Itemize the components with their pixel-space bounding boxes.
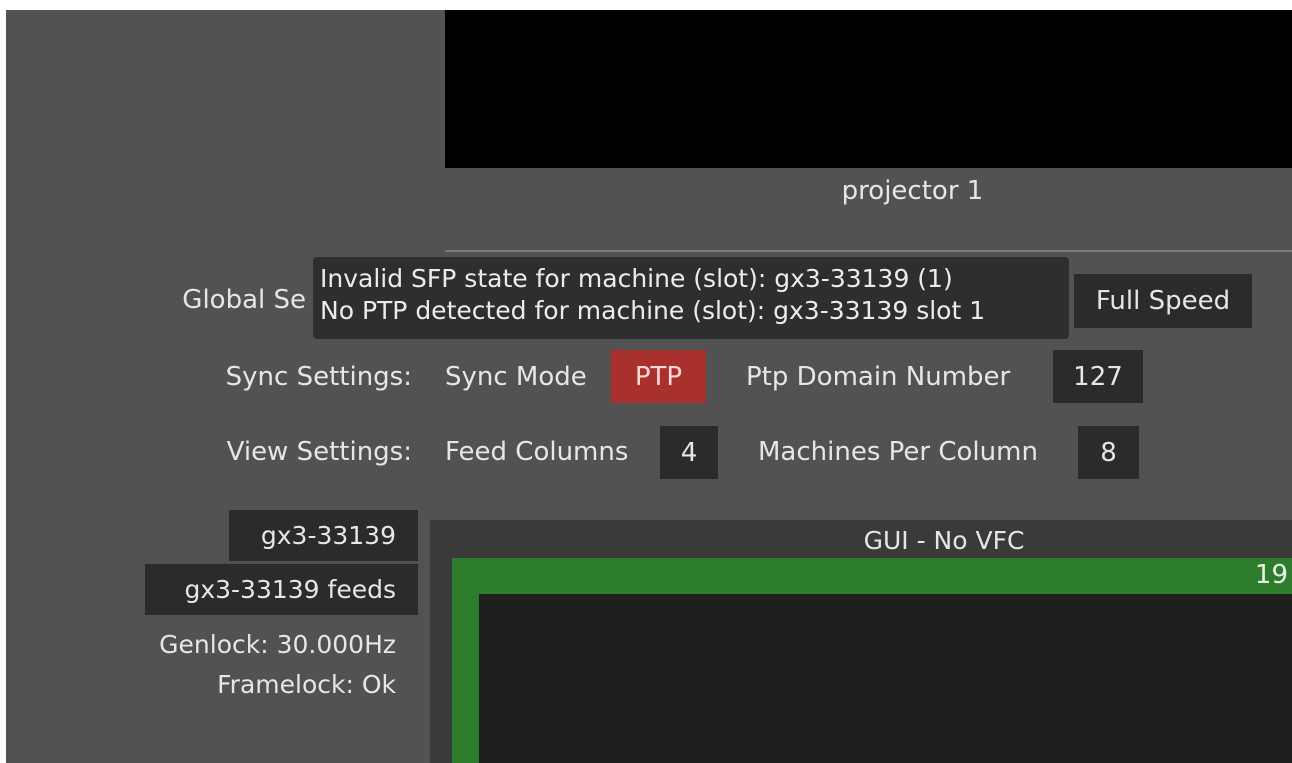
app-window: projector 1 Global Se Full Speed Sync Se… xyxy=(6,10,1292,763)
view-settings-label: View Settings: xyxy=(226,437,412,467)
genlock-status: Genlock: 30.000Hz xyxy=(159,630,396,659)
ptp-domain-label: Ptp Domain Number xyxy=(746,362,1011,392)
projector-preview xyxy=(445,10,1292,168)
sync-error-tooltip: Invalid SFP state for machine (slot): gx… xyxy=(313,257,1069,339)
feed-columns-value[interactable]: 4 xyxy=(660,426,718,479)
framelock-status: Framelock: Ok xyxy=(217,670,396,699)
divider xyxy=(445,250,1292,252)
machines-per-column-value[interactable]: 8 xyxy=(1078,426,1139,479)
projector-label: projector 1 xyxy=(841,176,984,206)
machines-per-column-label: Machines Per Column xyxy=(758,437,1038,467)
tooltip-line-2: No PTP detected for machine (slot): gx3-… xyxy=(320,296,986,325)
feed-number: 19 xyxy=(1254,560,1288,590)
machine-feeds-button[interactable]: gx3-33139 feeds xyxy=(145,564,418,615)
gui-panel: GUI - No VFC 19 xyxy=(430,520,1292,763)
tooltip-line-1: Invalid SFP state for machine (slot): gx… xyxy=(320,264,953,293)
gui-panel-title: GUI - No VFC xyxy=(863,526,1025,555)
machine-name-button[interactable]: gx3-33139 xyxy=(229,510,418,561)
sync-settings-label: Sync Settings: xyxy=(225,362,412,392)
global-speed-value[interactable]: Full Speed xyxy=(1074,274,1252,328)
sync-mode-value[interactable]: PTP xyxy=(611,350,706,403)
sync-mode-label: Sync Mode xyxy=(445,362,587,392)
feed-viewport xyxy=(479,594,1292,763)
ptp-domain-value[interactable]: 127 xyxy=(1053,350,1143,403)
feed-columns-label: Feed Columns xyxy=(445,437,629,467)
global-settings-label: Global Se xyxy=(182,285,306,315)
